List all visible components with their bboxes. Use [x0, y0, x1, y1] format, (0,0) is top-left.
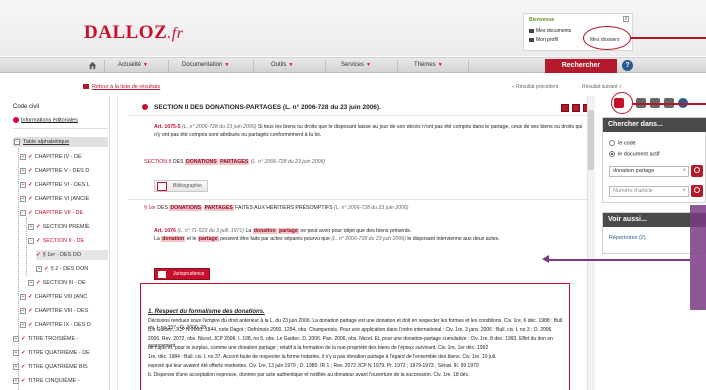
article-number-input[interactable]: Numéro d'article ×: [609, 186, 689, 197]
main-navbar: Actualité ▼ Documentation ▼ Outils ▼ Servic…: [0, 57, 706, 73]
search-text-input[interactable]: donation partage ×: [609, 166, 689, 177]
nav-item-outils[interactable]: Outils ▼: [271, 62, 293, 68]
annotation-ellipse: [583, 26, 631, 50]
tree-item[interactable]: + ✓ SECTION PREMIÈ: [28, 222, 108, 232]
back-to-results-link[interactable]: Retour à la liste de résultats: [83, 84, 160, 90]
nav-item-documentation[interactable]: Documentation ▼: [182, 62, 229, 68]
annotation-arrow-head: [542, 255, 549, 263]
article-go-button[interactable]: [691, 185, 703, 197]
print-icon[interactable]: [561, 104, 569, 112]
my-profile-link[interactable]: Mon profil: [529, 37, 558, 43]
tree-item[interactable]: - ✓ CHAPITRE VII - DE: [20, 208, 108, 218]
annotation-circle: [611, 92, 633, 114]
rechercher-button[interactable]: Rechercher: [545, 59, 617, 73]
welcome-label: Bienvenue: [529, 17, 555, 23]
annotation-line: [631, 37, 706, 39]
tree-item[interactable]: + ✓ TITRE QUATRIÈME BIS: [13, 362, 108, 372]
document-viewer: SECTION II DES DONATIONS-PARTAGES (L. n°…: [117, 96, 597, 390]
tree-item[interactable]: + ✓ CHAPITRE IV - DE: [20, 152, 108, 162]
tree-item[interactable]: + ✓ SECTION III - DE: [28, 278, 108, 288]
bibliographie-button[interactable]: Bibliographie: [154, 180, 208, 192]
site-header: DALLOZ.fr Bienvenue x Mes documents Mon …: [0, 0, 706, 56]
article-1075-5: Art. 1075-5 (L. n° 2006-728 du 23 juin 2…: [154, 124, 583, 138]
document-icon: [529, 28, 534, 33]
tree-item[interactable]: + ✓ TITRE CINQUIÈME -: [13, 376, 108, 386]
alphabetical-table-link[interactable]: - Table alphabétique: [13, 137, 108, 147]
info-icon: [13, 117, 19, 123]
clear-icon[interactable]: ×: [682, 187, 686, 196]
tree-item[interactable]: - ✓ SECTION II - DE: [28, 236, 108, 246]
tree-item[interactable]: + ✓ CHAPITRE V - DES D: [20, 166, 108, 176]
tree-item[interactable]: + ✓ CHAPITRE VI - DES L: [20, 180, 108, 190]
radio-code[interactable]: le code: [609, 140, 636, 146]
gavel-icon: [157, 270, 167, 279]
tree-item-selected[interactable]: ✓ § 1er - DES DO: [36, 250, 108, 260]
nav-item-services[interactable]: Services ▼: [341, 62, 371, 68]
clear-icon[interactable]: ×: [682, 167, 686, 176]
annotation-arrow: [545, 259, 690, 261]
jurisprudence-line: (Le Guidec, JCP N 2000. 1844, note Dagot…: [148, 327, 552, 333]
jurisprudence-line: 1re, déc. 1984 : Bull. civ. I, no 37. Ac…: [148, 354, 497, 360]
dalloz-logo[interactable]: DALLOZ.fr: [84, 22, 183, 44]
my-documents-link[interactable]: Mes documents: [529, 28, 571, 34]
jurisprudence-button[interactable]: Jurisprudence: [154, 268, 211, 280]
editorial-info-link[interactable]: Informations éditoriales: [13, 117, 78, 123]
tree-item[interactable]: + ✓ CHAPITRE VI (ANCIE: [20, 194, 108, 204]
nav-item-themes[interactable]: Thèmes ▼: [414, 62, 443, 68]
tree-item[interactable]: + ✓ CHAPITRE VIII - DES: [20, 306, 108, 316]
results-navigation: Retour à la liste de résultats « Résulta…: [0, 82, 706, 94]
search-go-button[interactable]: [691, 165, 703, 177]
export-icon[interactable]: [572, 104, 580, 112]
radio-active-document[interactable]: le document actif: [609, 151, 660, 157]
collapse-icon[interactable]: -: [14, 139, 20, 145]
scrollbar-thumb[interactable]: [588, 110, 594, 170]
code-sidebar: Code civil Informations éditoriales - Tab…: [0, 96, 110, 390]
repertoires-link[interactable]: Répertoires (2): [609, 235, 646, 241]
annotation-line: [633, 103, 706, 105]
next-result-link[interactable]: Résultat suivant »: [582, 84, 622, 90]
previous-result-link[interactable]: « Résultat précédent: [512, 84, 558, 90]
sidebar-title: Code civil: [13, 104, 40, 110]
tree-item[interactable]: + ✓ § 2 - DES DON: [36, 264, 108, 274]
tree-item[interactable]: + ✓ TITRE TROISIÈME -: [13, 334, 108, 344]
help-button[interactable]: ?: [622, 60, 633, 71]
jurisprudence-line: de cujus et, pour le surplus, comme une …: [148, 345, 489, 351]
article-1076: Art. 1076 (L. n° 71-523 du 3 juill. 1971…: [154, 228, 500, 242]
jurisprudence-line: exposé qui leur avaient été offerts mode…: [148, 363, 479, 369]
section-title: SECTION II DES DONATIONS-PARTAGES (L. n°…: [154, 104, 381, 111]
home-icon[interactable]: [88, 61, 97, 70]
jurisprudence-heading: 1. Respect du formalisme des donations.: [148, 309, 265, 315]
paragraph-heading: § 1er DES DONATIONS PARTAGES FAITES AUX …: [144, 205, 409, 211]
section-bullet-icon: [142, 104, 148, 110]
search-within-title: Chercher dans...: [603, 118, 706, 132]
tree-item[interactable]: + ✓ TITRE QUATRIÈME - DE: [13, 348, 108, 358]
tree-item[interactable]: + ✓ CHAPITRE IX - DES D: [20, 320, 108, 330]
section-breadcrumb: SECTION II DES DONATIONS PARTAGES (L. n°…: [144, 159, 326, 165]
jurisprudence-line: b. Dispense d'une acceptation expresse, …: [148, 372, 470, 378]
nav-item-actualite[interactable]: Actualité ▼: [118, 62, 148, 68]
annotation-bar: [690, 205, 706, 310]
search-within-panel: Chercher dans... le code le document act…: [602, 117, 706, 203]
close-icon[interactable]: x: [623, 16, 629, 22]
book-icon: [157, 182, 167, 191]
back-arrow-icon: [83, 84, 89, 90]
tree-item[interactable]: + ✓ CHAPITRE VIII (ANC: [20, 292, 108, 302]
user-icon: [529, 37, 534, 42]
